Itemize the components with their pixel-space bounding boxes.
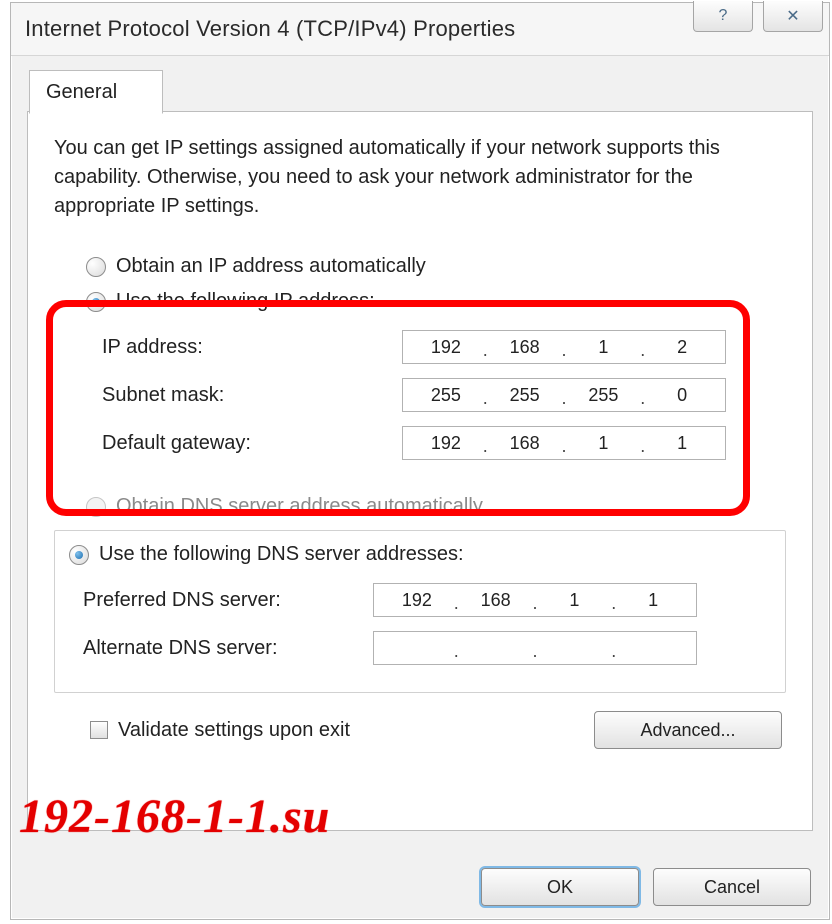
- radio-dns-manual[interactable]: [69, 545, 89, 565]
- dot-icon: .: [481, 436, 490, 457]
- ok-button[interactable]: OK: [481, 868, 639, 906]
- titlebar-controls: ? ✕: [693, 1, 823, 32]
- alternate-dns-row: Alternate DNS server: . . .: [83, 624, 765, 672]
- dns-fields: Preferred DNS server: 192. 168. 1. 1 Alt…: [65, 572, 775, 682]
- radio-ip-manual[interactable]: [86, 292, 106, 312]
- close-icon: ✕: [786, 6, 799, 26]
- ip-octet: 192: [382, 590, 452, 611]
- ip-octet: 192: [411, 433, 481, 454]
- preferred-dns-row: Preferred DNS server: 192. 168. 1. 1: [83, 576, 765, 624]
- help-button[interactable]: ?: [693, 1, 753, 32]
- alternate-dns-input[interactable]: . . .: [373, 631, 697, 665]
- ip-address-input[interactable]: 192. 168. 1. 2: [402, 330, 726, 364]
- dot-icon: .: [481, 340, 490, 361]
- ip-octet: 1: [569, 337, 639, 358]
- validate-checkbox-row[interactable]: Validate settings upon exit: [90, 719, 350, 742]
- subnet-mask-label: Subnet mask:: [102, 384, 402, 407]
- radio-ip-auto-label: Obtain an IP address automatically: [116, 255, 426, 278]
- help-icon: ?: [719, 7, 728, 25]
- ip-octet: 1: [618, 590, 688, 611]
- dot-icon: .: [452, 641, 461, 662]
- cancel-button-label: Cancel: [704, 877, 760, 898]
- dot-icon: .: [638, 340, 647, 361]
- dot-icon: .: [638, 388, 647, 409]
- ip-octet: 255: [569, 385, 639, 406]
- ip-octet: 168: [490, 337, 560, 358]
- dialog-footer: OK Cancel: [481, 868, 811, 906]
- window-title: Internet Protocol Version 4 (TCP/IPv4) P…: [25, 16, 515, 42]
- dot-icon: .: [559, 340, 568, 361]
- ip-fields: IP address: 192. 168. 1. 2 Subnet mask: …: [54, 319, 786, 477]
- radio-dns-auto: [86, 497, 106, 517]
- radio-ip-auto-row[interactable]: Obtain an IP address automatically: [54, 249, 786, 284]
- intro-text: You can get IP settings assigned automat…: [54, 134, 786, 221]
- ip-octet: 255: [490, 385, 560, 406]
- ip-octet: 1: [647, 433, 717, 454]
- advanced-button-label: Advanced...: [640, 720, 735, 741]
- tab-general[interactable]: General: [29, 70, 163, 114]
- ok-button-label: OK: [547, 877, 573, 898]
- dot-icon: .: [559, 436, 568, 457]
- dot-icon: .: [481, 388, 490, 409]
- ip-octet: 255: [411, 385, 481, 406]
- close-button[interactable]: ✕: [763, 1, 823, 32]
- preferred-dns-input[interactable]: 192. 168. 1. 1: [373, 583, 697, 617]
- ip-octet: 168: [461, 590, 531, 611]
- ip-octet: 168: [490, 433, 560, 454]
- alternate-dns-label: Alternate DNS server:: [83, 637, 373, 660]
- radio-dns-auto-label: Obtain DNS server address automatically: [116, 495, 483, 518]
- bottom-row: Validate settings upon exit Advanced...: [54, 711, 786, 749]
- radio-dns-manual-row[interactable]: Use the following DNS server addresses:: [65, 537, 775, 572]
- title-bar: Internet Protocol Version 4 (TCP/IPv4) P…: [11, 3, 829, 56]
- preferred-dns-label: Preferred DNS server:: [83, 589, 373, 612]
- radio-dns-manual-label: Use the following DNS server addresses:: [99, 543, 464, 566]
- ip-octet: 1: [569, 433, 639, 454]
- tab-strip: General: [27, 70, 813, 112]
- ip-octet: 192: [411, 337, 481, 358]
- default-gateway-row: Default gateway: 192. 168. 1. 1: [102, 419, 776, 467]
- ip-octet: 0: [647, 385, 717, 406]
- radio-ip-manual-label: Use the following IP address:: [116, 290, 375, 313]
- tab-general-label: General: [46, 81, 117, 104]
- dialog-window: Internet Protocol Version 4 (TCP/IPv4) P…: [10, 2, 830, 920]
- radio-dns-auto-row: Obtain DNS server address automatically: [54, 489, 786, 524]
- validate-label: Validate settings upon exit: [118, 719, 350, 742]
- dot-icon: .: [530, 641, 539, 662]
- ip-octet: 1: [540, 590, 610, 611]
- cancel-button[interactable]: Cancel: [653, 868, 811, 906]
- ip-address-label: IP address:: [102, 336, 402, 359]
- radio-ip-auto[interactable]: [86, 257, 106, 277]
- dot-icon: .: [530, 593, 539, 614]
- dot-icon: .: [609, 641, 618, 662]
- dot-icon: .: [559, 388, 568, 409]
- dot-icon: .: [609, 593, 618, 614]
- dot-icon: .: [638, 436, 647, 457]
- dot-icon: .: [452, 593, 461, 614]
- subnet-mask-input[interactable]: 255. 255. 255. 0: [402, 378, 726, 412]
- ip-address-row: IP address: 192. 168. 1. 2: [102, 323, 776, 371]
- ip-octet: 2: [647, 337, 717, 358]
- subnet-mask-row: Subnet mask: 255. 255. 255. 0: [102, 371, 776, 419]
- client-area: General You can get IP settings assigned…: [11, 56, 829, 920]
- validate-checkbox[interactable]: [90, 721, 108, 739]
- tab-panel-general: You can get IP settings assigned automat…: [27, 111, 813, 831]
- default-gateway-input[interactable]: 192. 168. 1. 1: [402, 426, 726, 460]
- dns-groupbox: Use the following DNS server addresses: …: [54, 530, 786, 693]
- radio-ip-manual-row[interactable]: Use the following IP address:: [54, 284, 786, 319]
- advanced-button[interactable]: Advanced...: [594, 711, 782, 749]
- default-gateway-label: Default gateway:: [102, 432, 402, 455]
